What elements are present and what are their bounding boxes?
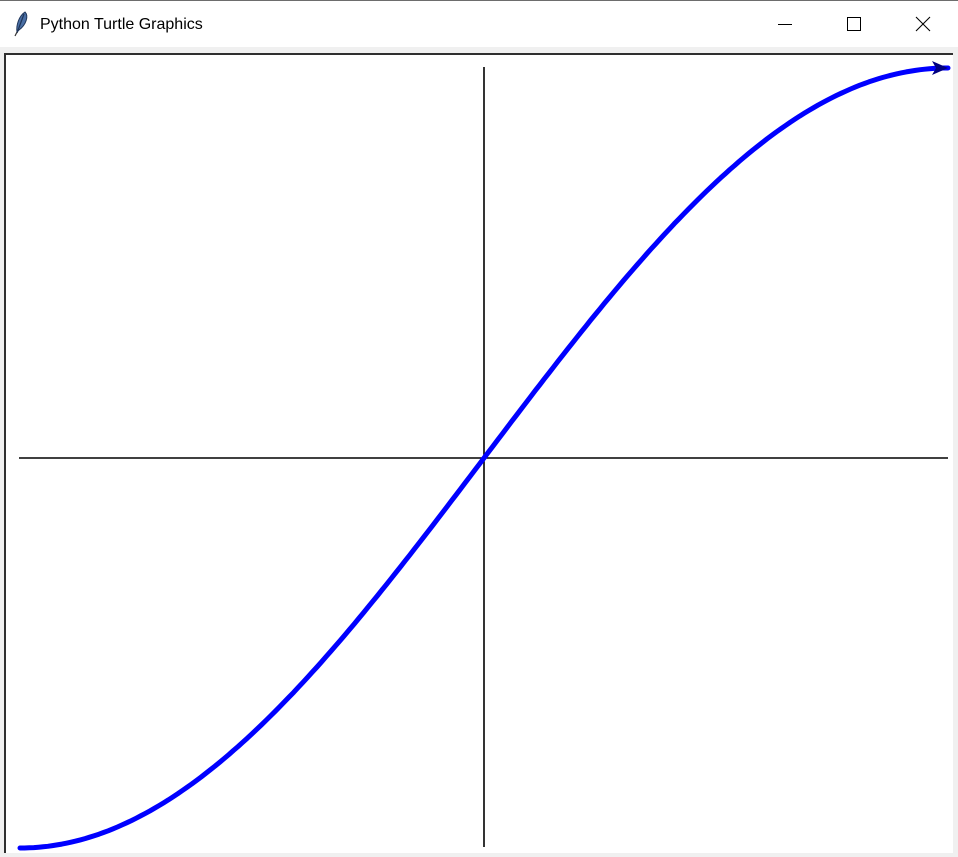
turtle-window: Python Turtle Graphics [0,0,958,856]
drawing-surface [17,61,951,851]
turtle-canvas[interactable] [4,53,953,853]
